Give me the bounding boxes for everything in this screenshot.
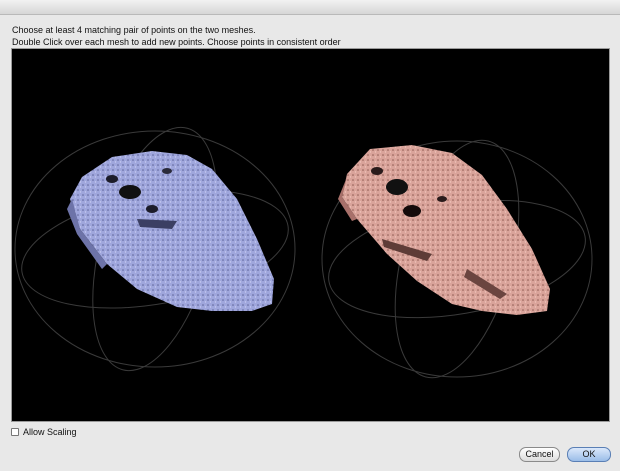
- right-mesh[interactable]: [338, 145, 550, 315]
- instruction-line-2: Double Click over each mesh to add new p…: [12, 37, 341, 47]
- dialog-title-bar: [0, 0, 620, 15]
- allow-scaling-option[interactable]: Allow Scaling: [11, 427, 77, 437]
- mesh-viewport[interactable]: [11, 48, 610, 422]
- instruction-line-1: Choose at least 4 matching pair of point…: [12, 25, 256, 35]
- mesh-canvas[interactable]: [12, 49, 609, 421]
- left-mesh[interactable]: [67, 151, 274, 311]
- cancel-button[interactable]: Cancel: [519, 447, 560, 462]
- instructions: Choose at least 4 matching pair of point…: [12, 24, 341, 48]
- allow-scaling-label: Allow Scaling: [23, 427, 77, 437]
- allow-scaling-checkbox[interactable]: [11, 428, 19, 436]
- ok-button[interactable]: OK: [567, 447, 611, 462]
